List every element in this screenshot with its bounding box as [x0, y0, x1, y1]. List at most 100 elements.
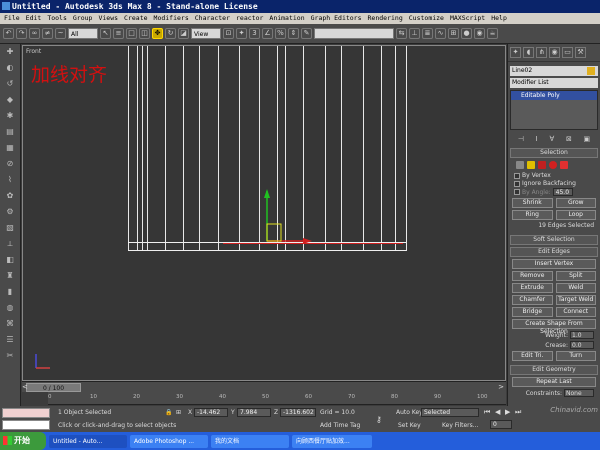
vertex-level-icon[interactable]: [516, 161, 524, 169]
x-coordinate-field[interactable]: -14.462: [194, 408, 228, 417]
menu-maxscript[interactable]: MAXScript: [450, 13, 485, 24]
show-end-result-icon[interactable]: Ι: [536, 135, 538, 143]
repeat-last-button[interactable]: Repeat Last: [512, 377, 596, 387]
hierarchy-tab-icon[interactable]: ⋔: [536, 47, 547, 58]
task-my-documents[interactable]: 我的文档: [211, 434, 289, 448]
menu-modifiers[interactable]: Modifiers: [154, 13, 189, 24]
select-manipulate-icon[interactable]: ✦: [236, 28, 247, 39]
constraints-select[interactable]: None: [564, 389, 594, 397]
start-button[interactable]: 开始: [0, 432, 46, 450]
menu-tools[interactable]: Tools: [47, 13, 67, 24]
tool-icon[interactable]: ✱: [4, 111, 17, 121]
absolute-mode-icon[interactable]: ⊞: [176, 408, 181, 417]
menu-views[interactable]: Views: [98, 13, 118, 24]
prev-frame-icon[interactable]: <: [22, 383, 28, 391]
edit-named-selection-icon[interactable]: ✎: [301, 28, 312, 39]
track-bar[interactable]: 0 10 20 30 40 50 60 70 80 90 100: [48, 392, 506, 405]
z-coordinate-field[interactable]: -1316.602: [280, 408, 316, 417]
menu-character[interactable]: Character: [195, 13, 230, 24]
target-weld-button[interactable]: Target Weld: [555, 295, 596, 305]
element-level-icon[interactable]: [560, 161, 568, 169]
select-scale-icon[interactable]: ◪: [178, 28, 189, 39]
next-key-icon[interactable]: ⏭: [515, 408, 521, 417]
tool-icon[interactable]: ◧: [4, 255, 17, 265]
utilities-tab-icon[interactable]: ⚒: [575, 47, 586, 58]
checkbox-box[interactable]: [514, 180, 520, 187]
redo-icon[interactable]: ↷: [16, 28, 27, 39]
tool-icon[interactable]: ⚙: [4, 207, 17, 217]
named-selection-sets-select[interactable]: [314, 28, 394, 39]
task-restaurant-doc[interactable]: 向顾西餐厅贴加效...: [292, 434, 372, 448]
pin-stack-icon[interactable]: ⊣: [518, 135, 524, 143]
window-crossing-icon[interactable]: ◫: [139, 28, 150, 39]
remove-button[interactable]: Remove: [512, 271, 553, 281]
select-rotate-icon[interactable]: ↻: [165, 28, 176, 39]
remove-modifier-icon[interactable]: ⊠: [566, 135, 572, 143]
selection-rollout-header[interactable]: Selection: [510, 148, 598, 158]
modify-tab-icon[interactable]: ◖: [523, 47, 534, 58]
tool-icon[interactable]: ✿: [4, 191, 17, 201]
chamfer-button[interactable]: Chamfer: [512, 295, 553, 305]
grow-button[interactable]: Grow: [555, 198, 596, 208]
current-frame-field[interactable]: 0: [490, 420, 512, 429]
tool-icon[interactable]: ⌘: [4, 319, 17, 329]
transform-gizmo-icon[interactable]: [259, 186, 319, 256]
percent-snap-icon[interactable]: %: [275, 28, 286, 39]
stack-item-editable-poly[interactable]: Editable Poly: [511, 91, 597, 100]
bind-spacewarp-icon[interactable]: ~: [55, 28, 66, 39]
goto-start-icon[interactable]: ⏮: [484, 408, 490, 417]
soft-selection-rollout-header[interactable]: Soft Selection: [510, 235, 598, 245]
maxscript-listener[interactable]: [2, 408, 50, 418]
task-photoshop[interactable]: Adobe Photoshop ...: [130, 434, 208, 448]
ring-button[interactable]: Ring: [512, 210, 553, 220]
selection-filter-select[interactable]: All: [68, 28, 98, 39]
menu-customize[interactable]: Customize: [409, 13, 444, 24]
select-by-name-icon[interactable]: ≡: [113, 28, 124, 39]
weld-button[interactable]: Weld: [555, 283, 596, 293]
menu-graph-editors[interactable]: Graph Editors: [311, 13, 362, 24]
tool-icon[interactable]: ⊘: [4, 159, 17, 169]
configure-sets-icon[interactable]: ▣: [584, 135, 591, 143]
object-name-field[interactable]: Line02: [510, 66, 598, 76]
key-filters-button[interactable]: Key Filters...: [442, 421, 479, 430]
object-color-swatch[interactable]: [587, 67, 595, 75]
turn-button[interactable]: Turn: [555, 351, 596, 361]
checkbox-box[interactable]: [514, 172, 520, 179]
front-viewport[interactable]: Front 加线对齐: [22, 45, 506, 381]
maxscript-input[interactable]: [2, 420, 50, 430]
mirror-icon[interactable]: ⇆: [396, 28, 407, 39]
by-angle-checkbox[interactable]: By Angle: 45.0: [514, 188, 594, 196]
extrude-button[interactable]: Extrude: [512, 283, 553, 293]
menu-help[interactable]: Help: [491, 13, 507, 24]
create-shape-button[interactable]: Create Shape From Selection: [512, 319, 596, 335]
snap-toggle-icon[interactable]: 3: [249, 28, 260, 39]
time-slider[interactable]: 0 / 100: [26, 383, 81, 392]
by-vertex-checkbox[interactable]: By Vertex: [514, 172, 594, 179]
loop-button[interactable]: Loop: [555, 210, 596, 220]
tool-icon[interactable]: ✂: [4, 351, 17, 361]
ignore-backfacing-checkbox[interactable]: Ignore Backfacing: [514, 180, 594, 187]
next-frame-icon[interactable]: >: [498, 383, 504, 391]
edit-edges-rollout-header[interactable]: Edit Edges: [510, 247, 598, 257]
tool-icon[interactable]: ⌇: [4, 175, 17, 185]
prev-key-icon[interactable]: ◀: [495, 408, 500, 417]
menu-edit[interactable]: Edit: [26, 13, 42, 24]
menu-animation[interactable]: Animation: [269, 13, 304, 24]
tool-icon[interactable]: ◆: [4, 95, 17, 105]
tool-icon[interactable]: ◍: [4, 303, 17, 313]
polygon-level-icon[interactable]: [549, 161, 557, 169]
reference-coord-select[interactable]: View: [191, 28, 221, 39]
viewport-label[interactable]: Front: [26, 48, 41, 55]
time-slider-track[interactable]: 0 / 100 < >: [22, 381, 506, 392]
unlink-icon[interactable]: ≠: [42, 28, 53, 39]
tool-icon[interactable]: ▦: [4, 143, 17, 153]
key-mode-select[interactable]: Selected: [421, 408, 479, 417]
tool-icon[interactable]: ↺: [4, 79, 17, 89]
modifier-list-select[interactable]: Modifier List: [510, 78, 598, 88]
auto-key-button[interactable]: Auto Key: [396, 408, 423, 417]
menu-rendering[interactable]: Rendering: [368, 13, 403, 24]
tool-icon[interactable]: ♜: [4, 271, 17, 281]
connect-button[interactable]: Connect: [555, 307, 596, 317]
checkbox-box[interactable]: [514, 189, 520, 195]
crease-spinner[interactable]: 0.0: [570, 341, 594, 349]
